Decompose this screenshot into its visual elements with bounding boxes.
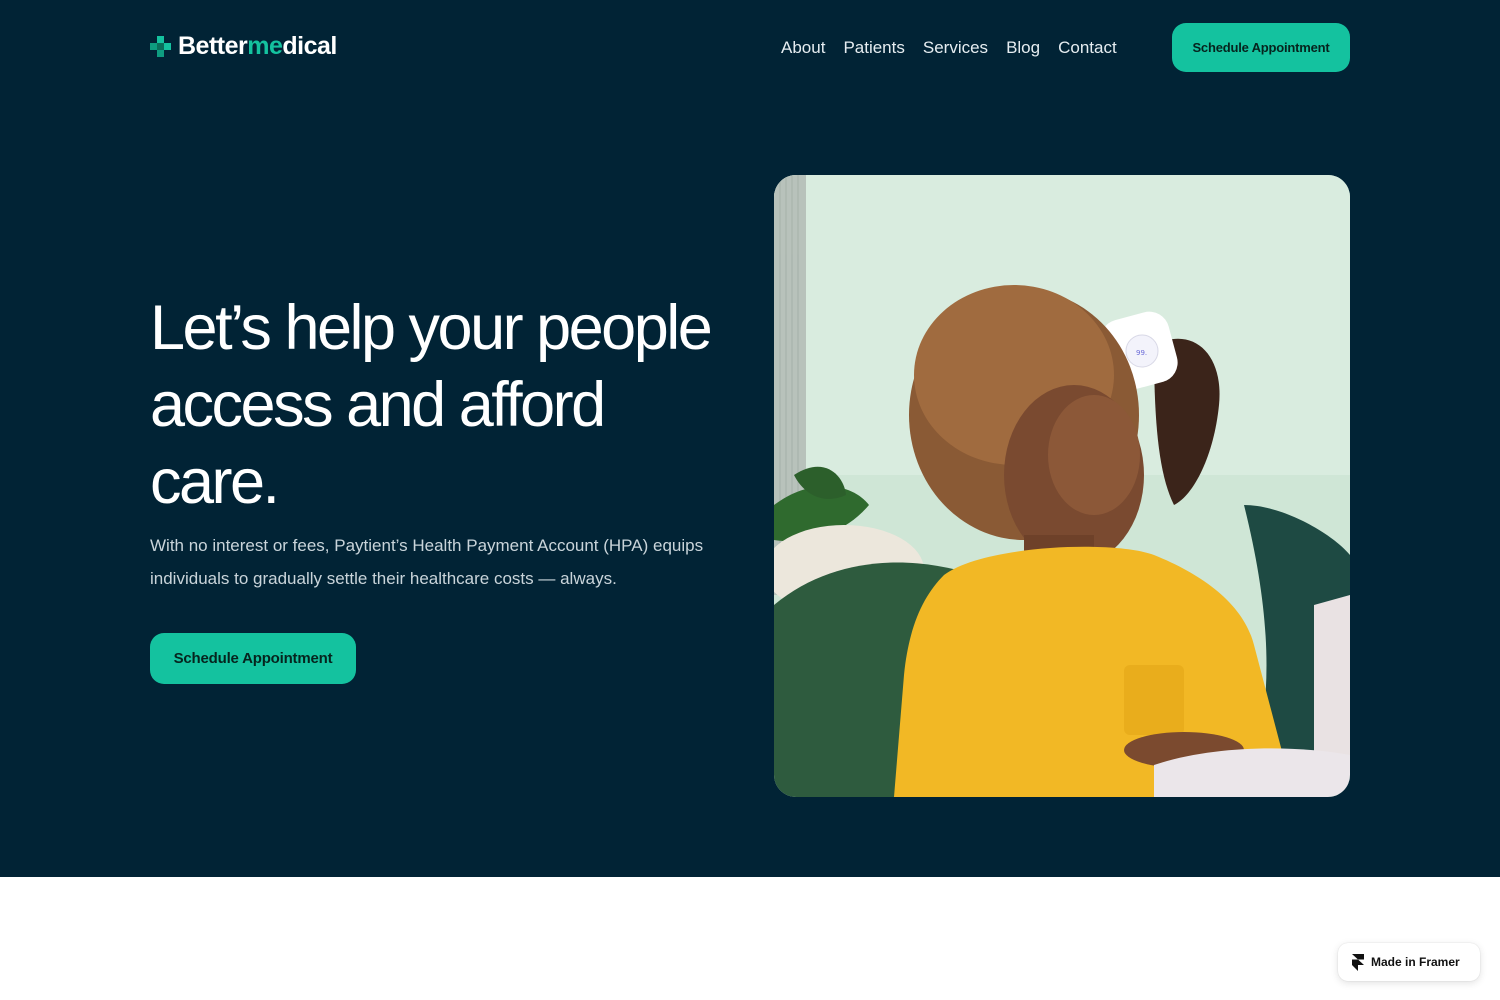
nav-link-contact[interactable]: Contact — [1058, 36, 1117, 60]
badge-label: Made in Framer — [1371, 955, 1460, 969]
nav-link-blog[interactable]: Blog — [1006, 36, 1040, 60]
made-in-framer-badge[interactable]: Made in Framer — [1338, 943, 1480, 981]
nav-link-about[interactable]: About — [781, 36, 825, 60]
header-schedule-button[interactable]: Schedule Appointment — [1172, 23, 1350, 72]
thermometer-reading: 99. — [1136, 349, 1147, 357]
headline-line: care. — [150, 447, 280, 517]
hero-headline: Let’s help your people access and afford… — [150, 290, 760, 521]
headline-line: access and afford — [150, 370, 606, 440]
nav-link-patients[interactable]: Patients — [843, 36, 904, 60]
hero-photo-child-thermometer: 99. — [774, 175, 1350, 797]
hero-section: Bettermedical About Patients Services Bl… — [0, 0, 1500, 877]
headline-line: Let’s help your people — [150, 293, 713, 363]
nav-link-services[interactable]: Services — [923, 36, 988, 60]
hero-schedule-button[interactable]: Schedule Appointment — [150, 633, 356, 684]
medical-cross-icon — [150, 35, 171, 57]
main-nav: About Patients Services Blog Contact — [781, 36, 1117, 60]
brand-logo[interactable]: Bettermedical — [150, 31, 337, 61]
framer-logo-icon — [1352, 953, 1364, 971]
hero-subcopy: With no interest or fees, Paytient’s Hea… — [150, 536, 704, 588]
brand-name: Bettermedical — [178, 32, 337, 60]
